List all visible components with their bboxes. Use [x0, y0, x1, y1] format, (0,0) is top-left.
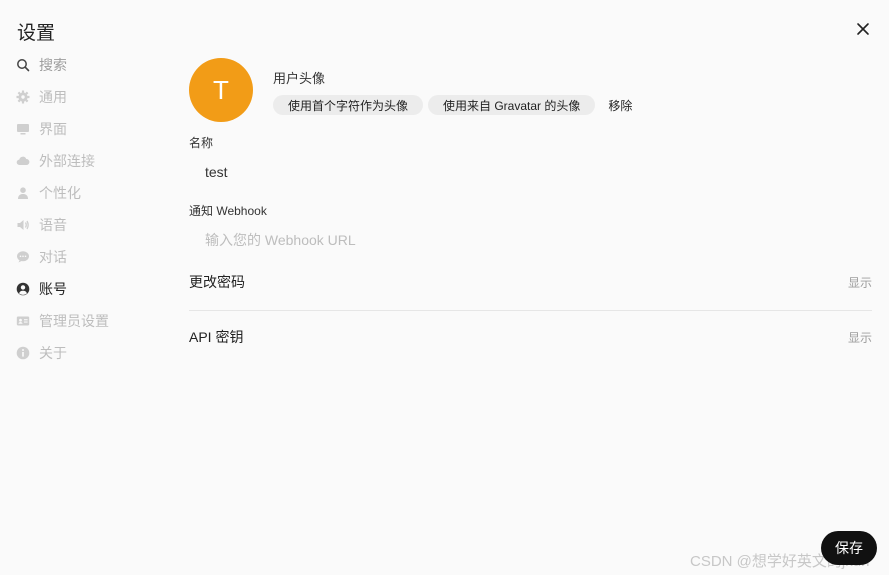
sidebar-item-account[interactable]: 账号: [14, 273, 174, 305]
webhook-label: 通知 Webhook: [189, 204, 267, 218]
use-initials-button[interactable]: 使用首个字符作为头像: [273, 95, 424, 115]
sidebar-item-about[interactable]: 关于: [14, 337, 174, 369]
sidebar-item-label: 通用: [39, 89, 67, 105]
sidebar-item-admin[interactable]: 管理员设置: [14, 305, 174, 337]
use-gravatar-button[interactable]: 使用来自 Gravatar 的头像: [428, 95, 596, 115]
info-icon: [14, 344, 32, 362]
settings-dialog: 设置 搜索 通用 界面 外部连接 个性化 语音 对话 账号 管理员设置 关于 T…: [0, 0, 889, 575]
user-icon: [14, 184, 32, 202]
sidebar-item-general[interactable]: 通用: [14, 81, 174, 113]
sidebar-item-label: 搜索: [39, 57, 67, 73]
chat-bubble-icon: [14, 248, 32, 266]
sidebar-item-label: 界面: [39, 121, 67, 137]
change-password-show-toggle[interactable]: 显示: [848, 274, 872, 291]
sidebar-item-label: 关于: [39, 345, 67, 361]
settings-sidebar: 搜索 通用 界面 外部连接 个性化 语音 对话 账号 管理员设置 关于: [14, 49, 174, 369]
avatar[interactable]: T: [189, 58, 253, 122]
sidebar-item-label: 外部连接: [39, 153, 95, 169]
name-label: 名称: [189, 136, 214, 150]
sidebar-item-label: 对话: [39, 249, 67, 265]
api-key-row: API 密钥 显示: [189, 327, 872, 347]
sidebar-item-personalization[interactable]: 个性化: [14, 177, 174, 209]
close-icon: [857, 23, 869, 35]
sidebar-item-label: 账号: [39, 281, 67, 297]
divider: [189, 310, 872, 311]
sidebar-item-interface[interactable]: 界面: [14, 113, 174, 145]
avatar-controls: 用户头像 使用首个字符作为头像 使用来自 Gravatar 的头像 移除: [273, 58, 632, 115]
avatar-row: T 用户头像 使用首个字符作为头像 使用来自 Gravatar 的头像 移除: [189, 58, 872, 122]
search-icon: [14, 56, 32, 74]
avatar-buttons: 使用首个字符作为头像 使用来自 Gravatar 的头像 移除: [273, 95, 632, 115]
remove-avatar-button[interactable]: 移除: [608, 97, 632, 114]
monitor-icon: [14, 120, 32, 138]
webhook-url-field[interactable]: [189, 226, 872, 254]
avatar-label: 用户头像: [273, 71, 326, 86]
sidebar-search[interactable]: 搜索: [14, 49, 174, 81]
speaker-icon: [14, 216, 32, 234]
sidebar-item-chats[interactable]: 对话: [14, 241, 174, 273]
gear-icon: [14, 88, 32, 106]
sidebar-item-label: 个性化: [39, 185, 81, 201]
change-password-title[interactable]: 更改密码: [189, 272, 245, 292]
sidebar-item-label: 管理员设置: [39, 313, 109, 329]
name-field[interactable]: [189, 158, 872, 186]
id-card-icon: [14, 312, 32, 330]
save-button[interactable]: 保存: [821, 531, 877, 565]
sidebar-item-connections[interactable]: 外部连接: [14, 145, 174, 177]
api-key-title[interactable]: API 密钥: [189, 327, 243, 347]
change-password-row: 更改密码 显示: [189, 272, 872, 292]
account-panel: T 用户头像 使用首个字符作为头像 使用来自 Gravatar 的头像 移除: [189, 58, 872, 122]
cloud-icon: [14, 152, 32, 170]
dialog-title: 设置: [17, 23, 56, 44]
close-button[interactable]: [853, 19, 873, 39]
sidebar-item-label: 语音: [39, 217, 67, 233]
sidebar-item-audio[interactable]: 语音: [14, 209, 174, 241]
api-key-show-toggle[interactable]: 显示: [848, 329, 872, 346]
account-circle-icon: [14, 280, 32, 298]
